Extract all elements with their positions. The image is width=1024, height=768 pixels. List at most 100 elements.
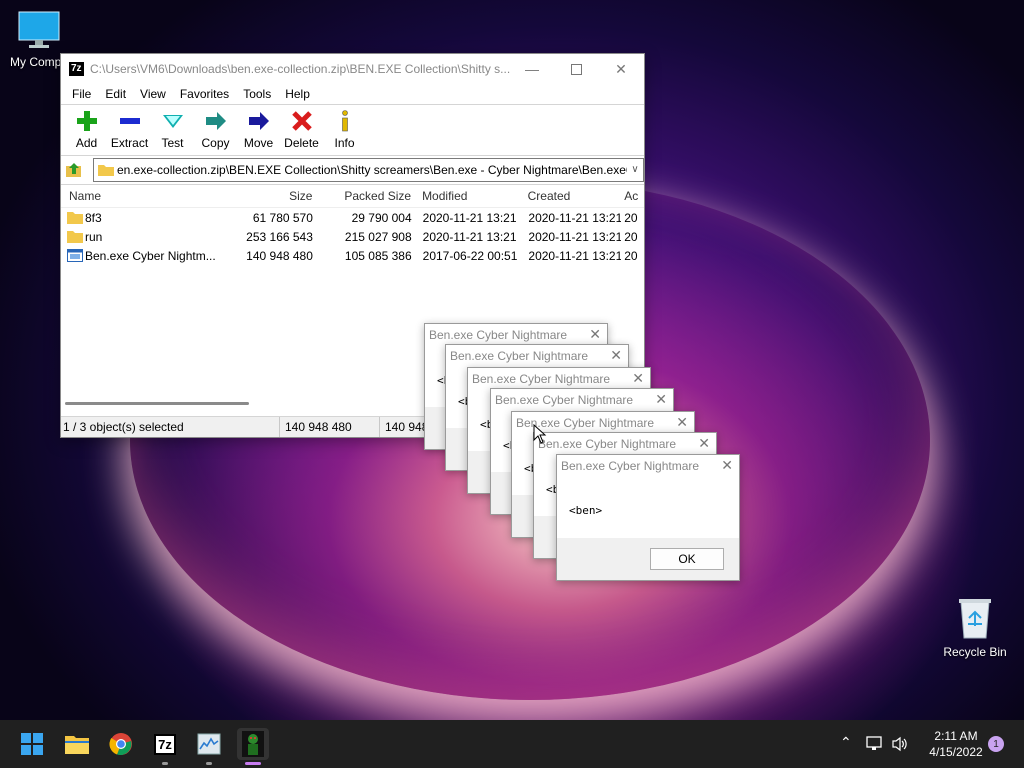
mouse-cursor-icon [533, 424, 547, 444]
close-button[interactable]: ✕ [598, 54, 644, 84]
chevron-up-icon[interactable]: ⌃ [840, 734, 852, 751]
table-row[interactable]: 8f3 61 780 570 29 790 004 2020-11-21 13:… [61, 208, 644, 227]
taskbar-file-explorer[interactable] [61, 728, 93, 760]
row-modified: 2020-11-21 13:21 [422, 210, 517, 225]
row-name: run [85, 229, 103, 244]
status-divider [379, 417, 380, 437]
clock-date: 4/15/2022 [929, 745, 983, 759]
menu-view[interactable]: View [133, 87, 173, 101]
close-icon[interactable]: ✕ [676, 414, 688, 431]
window-title: C:\Users\VM6\Downloads\ben.exe-collectio… [90, 62, 510, 76]
column-header: Name Size Packed Size Modified Created A… [61, 185, 644, 208]
extract-label: Extract [110, 136, 149, 150]
row-name-cell: run [61, 230, 220, 244]
message-title: Ben.exe Cyber Nightmare [472, 372, 611, 386]
up-folder-button[interactable] [65, 161, 83, 179]
col-modified[interactable]: Modified [411, 189, 521, 203]
taskbar: 7z ⌃ 2:11 AM 4/15/2022 1 [0, 720, 1024, 768]
row-packed: 105 085 386 [344, 248, 412, 263]
col-accessed[interactable]: Ac [620, 189, 644, 203]
ok-button[interactable]: OK [650, 548, 724, 570]
status-divider [279, 417, 280, 437]
move-button[interactable]: Move [237, 105, 280, 155]
menu-favorites[interactable]: Favorites [173, 87, 236, 101]
add-label: Add [75, 136, 98, 150]
message-titlebar[interactable]: Ben.exe Cyber Nightmare ✕ [534, 433, 716, 455]
window-titlebar[interactable]: 7z C:\Users\VM6\Downloads\ben.exe-collec… [61, 54, 644, 84]
message-title: Ben.exe Cyber Nightmare [561, 459, 700, 473]
col-name[interactable]: Name [61, 189, 222, 203]
move-label: Move [243, 136, 274, 150]
close-icon[interactable]: ✕ [610, 347, 622, 364]
add-button[interactable]: Add [65, 105, 108, 155]
file-explorer-icon [65, 736, 89, 754]
plus-icon [76, 111, 97, 131]
row-created: 2020-11-21 13:21 [528, 210, 622, 225]
message-text: <ben> [569, 504, 603, 517]
info-icon [341, 110, 348, 132]
menu-edit[interactable]: Edit [98, 87, 133, 101]
maximize-button[interactable] [553, 54, 599, 84]
menu-file[interactable]: File [65, 87, 98, 101]
row-size: 253 166 543 [246, 229, 313, 244]
close-icon[interactable]: ✕ [632, 370, 644, 387]
menu-help[interactable]: Help [278, 87, 317, 101]
horizontal-scrollbar[interactable] [65, 402, 249, 405]
message-titlebar[interactable]: Ben.exe Cyber Nightmare ✕ [557, 455, 739, 477]
menu-tools[interactable]: Tools [236, 87, 278, 101]
check-icon [162, 115, 183, 128]
message-titlebar[interactable]: Ben.exe Cyber Nightmare ✕ [446, 345, 628, 367]
path-field[interactable]: en.exe-collection.zip\BEN.EXE Collection… [93, 158, 644, 182]
network-icon[interactable] [866, 736, 884, 752]
message-title: Ben.exe Cyber Nightmare [450, 349, 589, 363]
col-created[interactable]: Created [521, 189, 621, 203]
table-row[interactable]: Ben.exe Cyber Nightm... 140 948 480 105 … [61, 246, 644, 265]
row-size: 140 948 480 [246, 248, 313, 263]
maximize-icon [570, 63, 582, 75]
close-icon[interactable]: ✕ [589, 326, 601, 343]
message-titlebar[interactable]: Ben.exe Cyber Nightmare ✕ [425, 324, 607, 346]
chevron-down-icon[interactable]: ∨ [627, 159, 643, 179]
taskbar-chrome[interactable] [105, 728, 137, 760]
file-list: 8f3 61 780 570 29 790 004 2020-11-21 13:… [61, 208, 644, 265]
volume-icon[interactable] [891, 736, 909, 752]
chrome-icon [109, 733, 132, 756]
status-packed: 140 948 [385, 420, 429, 434]
minimize-button[interactable]: — [509, 54, 555, 84]
close-icon[interactable]: ✕ [655, 391, 667, 408]
taskbar-ben-app[interactable] [237, 728, 269, 760]
app-badge-icon: 7z [69, 62, 84, 76]
desktop-icon-recycle-bin[interactable]: Recycle Bin [940, 596, 1010, 659]
info-button[interactable]: Info [323, 105, 366, 155]
address-bar: en.exe-collection.zip\BEN.EXE Collection… [61, 156, 644, 185]
delete-label: Delete [284, 136, 319, 150]
folder-icon [67, 231, 83, 243]
col-packed-size[interactable]: Packed Size [312, 189, 411, 203]
test-button[interactable]: Test [151, 105, 194, 155]
exe-file-icon [67, 249, 83, 262]
row-modified: 2017-06-22 00:51 [422, 248, 518, 263]
7zip-icon: 7z [154, 733, 176, 755]
col-size[interactable]: Size [222, 189, 312, 203]
copy-label: Copy [201, 136, 230, 150]
table-row[interactable]: run 253 166 543 215 027 908 2020-11-21 1… [61, 227, 644, 246]
monitor-icon [18, 11, 60, 48]
close-icon[interactable]: ✕ [721, 457, 733, 474]
delete-x-icon [291, 111, 312, 131]
taskbar-task-manager[interactable] [193, 728, 225, 760]
message-titlebar[interactable]: Ben.exe Cyber Nightmare ✕ [468, 368, 650, 390]
close-icon[interactable]: ✕ [698, 435, 710, 452]
notification-badge[interactable]: 1 [988, 736, 1004, 752]
toolbar: Add Extract Test Copy Move Delete Info [61, 104, 644, 156]
message-titlebar[interactable]: Ben.exe Cyber Nightmare ✕ [491, 389, 673, 411]
copy-button[interactable]: Copy [194, 105, 237, 155]
delete-button[interactable]: Delete [280, 105, 323, 155]
taskbar-7zip[interactable]: 7z [149, 728, 181, 760]
row-created: 2020-11-21 13:21 [528, 248, 622, 263]
row-name: 8f3 [85, 210, 102, 225]
clock[interactable]: 2:11 AM 4/15/2022 [918, 728, 994, 760]
start-icon [21, 733, 43, 755]
extract-button[interactable]: Extract [108, 105, 151, 155]
start-button[interactable] [16, 728, 48, 760]
row-accessed: 20 [624, 248, 638, 263]
